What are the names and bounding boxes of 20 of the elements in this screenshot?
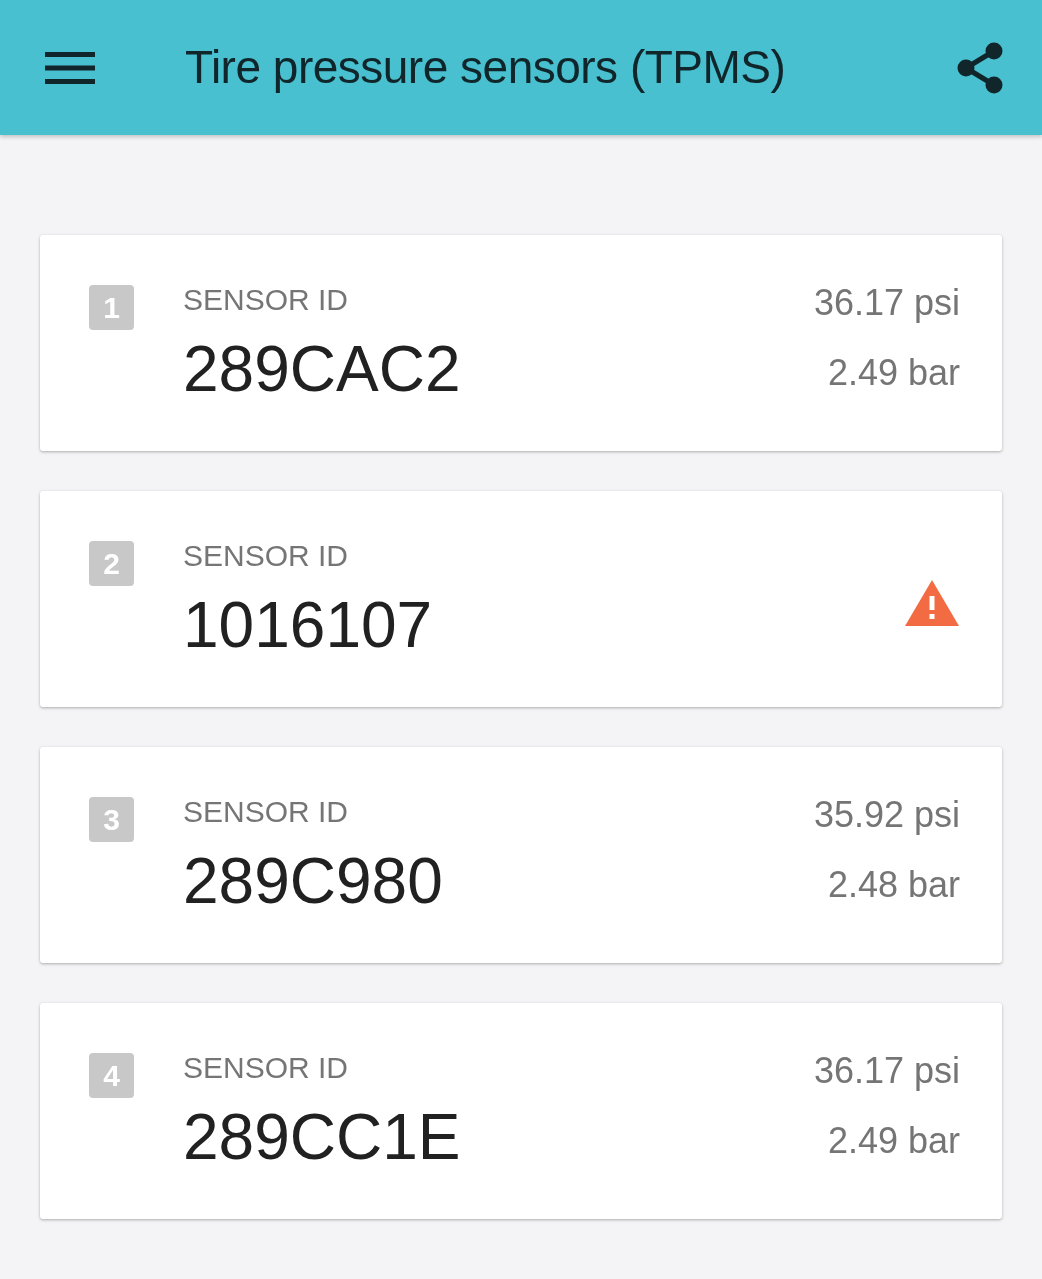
app-title: Tire pressure sensors (TPMS) bbox=[185, 40, 786, 95]
psi-reading: 35.92 psi bbox=[813, 797, 960, 833]
sensor-id-label: SENSOR ID bbox=[183, 797, 349, 827]
bar-reading: 2.49 bar bbox=[827, 355, 960, 391]
sensor-id: 289C980 bbox=[183, 849, 443, 913]
menu-button[interactable] bbox=[45, 49, 95, 86]
sensor-id: 289CC1E bbox=[183, 1105, 461, 1169]
sensor-id-label: SENSOR ID bbox=[183, 1053, 349, 1083]
share-icon bbox=[956, 41, 1004, 94]
sensor-id: 1016107 bbox=[183, 593, 433, 657]
bar-reading: 2.49 bar bbox=[827, 1123, 960, 1159]
warning-icon bbox=[904, 579, 960, 627]
sensor-id-label: SENSOR ID bbox=[183, 541, 349, 571]
share-button[interactable] bbox=[956, 41, 1004, 94]
psi-reading: 36.17 psi bbox=[813, 285, 960, 321]
psi-reading: 36.17 psi bbox=[813, 1053, 960, 1089]
sensor-id-label: SENSOR ID bbox=[183, 285, 349, 315]
sensor-id: 289CAC2 bbox=[183, 337, 461, 401]
menu-icon bbox=[45, 49, 95, 86]
bar-reading: 2.48 bar bbox=[827, 867, 960, 903]
